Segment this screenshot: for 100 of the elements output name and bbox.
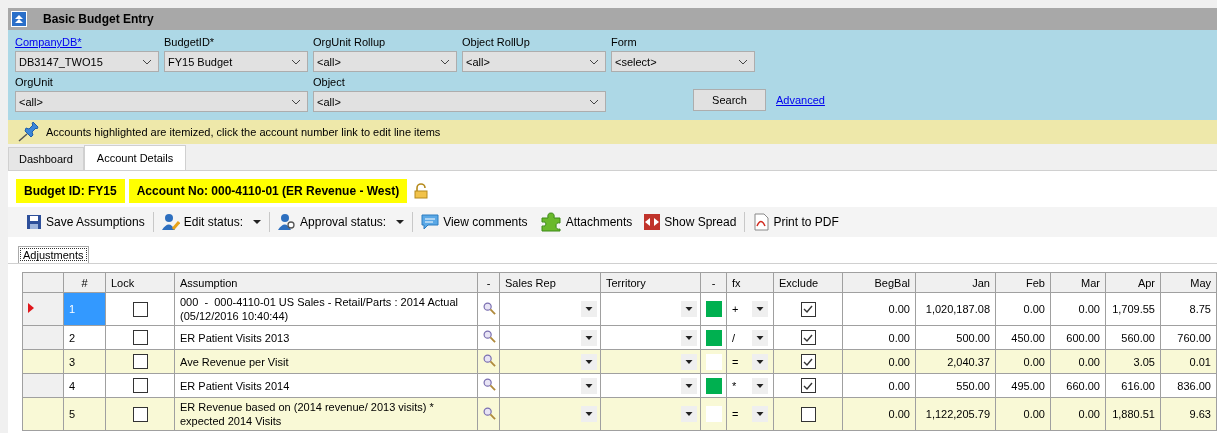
field-label: Object (313, 76, 346, 89)
column-header[interactable]: Lock (105, 272, 175, 293)
table-cell: 1,880.51 (1105, 397, 1161, 431)
column-header[interactable]: Jan (915, 272, 996, 293)
info-badge: Budget ID: FY15 (16, 179, 125, 203)
lock-checkbox[interactable] (132, 354, 148, 369)
collapse-icon[interactable] (11, 11, 27, 27)
padlock-icon[interactable] (413, 183, 430, 199)
chevron-icon (291, 98, 301, 105)
chevron-icon (440, 58, 450, 65)
window-title: Basic Budget Entry (43, 12, 154, 26)
dropdown-button[interactable] (581, 301, 597, 317)
tab[interactable]: Account Details (83, 145, 187, 170)
exclude-checkbox[interactable] (800, 378, 816, 393)
magnifier-icon[interactable] (483, 406, 496, 420)
table-cell: ER Patient Visits 2013 (174, 325, 478, 350)
table-cell: 0.00 (1050, 397, 1106, 431)
dropdown-button[interactable] (581, 377, 597, 394)
toolbar-button[interactable]: Attachments (535, 209, 637, 235)
table-cell: 0.00 (842, 397, 916, 431)
column-header[interactable]: Mar (1050, 272, 1106, 293)
save-icon (26, 214, 42, 230)
dropdown-button[interactable] (581, 353, 597, 370)
exclude-checkbox[interactable] (800, 354, 816, 369)
column-header[interactable]: Apr (1105, 272, 1161, 293)
magnifier-icon[interactable] (483, 354, 496, 367)
column-header[interactable]: Sales Rep (499, 272, 601, 293)
lock-checkbox[interactable] (132, 378, 148, 393)
info-badge: Account No: 000-4110-01 (ER Revenue - West) (128, 179, 408, 203)
operator: = (732, 355, 739, 368)
column-header[interactable]: BegBal (842, 272, 916, 293)
operator: / (732, 331, 736, 344)
toolbar-button[interactable]: Print to PDF (749, 210, 843, 234)
tab[interactable]: Adjustments (18, 246, 89, 263)
dropdown-button[interactable] (752, 406, 768, 422)
pushpin-icon (18, 122, 40, 142)
dropdown-button[interactable] (752, 353, 768, 370)
dropdown-field[interactable]: <all> (313, 51, 457, 72)
field-label: BudgetID* (164, 36, 216, 49)
table-cell: 0.00 (995, 292, 1051, 326)
column-header[interactable]: Assumption (174, 272, 478, 293)
dropdown-button[interactable] (752, 329, 768, 346)
tab[interactable]: Dashboard (8, 147, 84, 170)
dropdown-button[interactable] (752, 377, 768, 394)
column-header[interactable]: # (63, 272, 106, 293)
table-cell: 9.63 (1160, 397, 1217, 431)
lock-checkbox[interactable] (132, 406, 148, 422)
field-label: OrgUnit (15, 76, 54, 89)
toolbar-button[interactable]: Show Spread (640, 211, 741, 233)
dropdown-button[interactable] (581, 406, 597, 422)
toolbar-dropdown[interactable]: Approval status: (274, 210, 409, 234)
magnifier-icon[interactable] (483, 301, 496, 315)
column-header[interactable]: Feb (995, 272, 1051, 293)
dropdown-field[interactable]: <all> (15, 91, 308, 112)
search-button[interactable]: Search (693, 88, 766, 111)
spread-icon (644, 214, 661, 230)
column-header[interactable]: Exclude (773, 272, 843, 293)
dropdown-field[interactable]: <select> (611, 51, 755, 72)
column-header[interactable]: May (1160, 272, 1217, 293)
column-header[interactable]: Territory (600, 272, 701, 293)
table-cell: 0.00 (995, 397, 1051, 431)
exclude-checkbox[interactable] (800, 301, 816, 317)
magnifier-icon[interactable] (483, 378, 496, 391)
column-header[interactable]: - (477, 272, 500, 293)
caret-icon (396, 220, 405, 224)
table-cell: 1,020,187.08 (915, 292, 996, 326)
field-label: Form (611, 36, 638, 49)
dropdown-field[interactable]: <all> (313, 91, 606, 112)
dropdown-button[interactable] (681, 406, 697, 422)
table-cell: 1,122,205.79 (915, 397, 996, 431)
operator: = (732, 408, 739, 420)
chevron-icon (589, 58, 599, 65)
magnifier-icon[interactable] (483, 330, 496, 343)
advanced-link[interactable]: Advanced (776, 93, 825, 106)
column-header[interactable]: - (700, 272, 727, 293)
dropdown-button[interactable] (681, 353, 697, 370)
table-cell: 1,709.55 (1105, 292, 1161, 326)
dropdown-field[interactable]: DB3147_TWO15 (15, 51, 159, 72)
exclude-checkbox[interactable] (800, 330, 816, 345)
toolbar-button[interactable]: Save Assumptions (22, 211, 149, 233)
dropdown-button[interactable] (681, 301, 697, 317)
caret-icon (253, 220, 262, 224)
lock-checkbox[interactable] (132, 301, 148, 317)
dropdown-button[interactable] (581, 329, 597, 346)
column-header[interactable]: fx (726, 272, 774, 293)
lock-checkbox[interactable] (132, 330, 148, 345)
table-cell: Ave Revenue per Visit (174, 349, 478, 374)
toolbar-dropdown[interactable]: Edit status: (157, 210, 266, 234)
dropdown-field[interactable]: FY15 Budget (164, 51, 308, 72)
field-label: OrgUnit Rollup (313, 36, 387, 49)
dropdown-button[interactable] (752, 301, 768, 317)
dropdown-button[interactable] (681, 329, 697, 346)
table-cell: ER Patient Visits 2014 (174, 373, 478, 398)
chevron-icon (142, 58, 152, 65)
dropdown-button[interactable] (681, 377, 697, 394)
toolbar-button[interactable]: View comments (417, 211, 532, 233)
chevron-icon (589, 98, 599, 105)
dropdown-field[interactable]: <all> (462, 51, 606, 72)
field-link[interactable]: CompanyDB* (15, 36, 159, 49)
exclude-checkbox[interactable] (800, 406, 816, 422)
